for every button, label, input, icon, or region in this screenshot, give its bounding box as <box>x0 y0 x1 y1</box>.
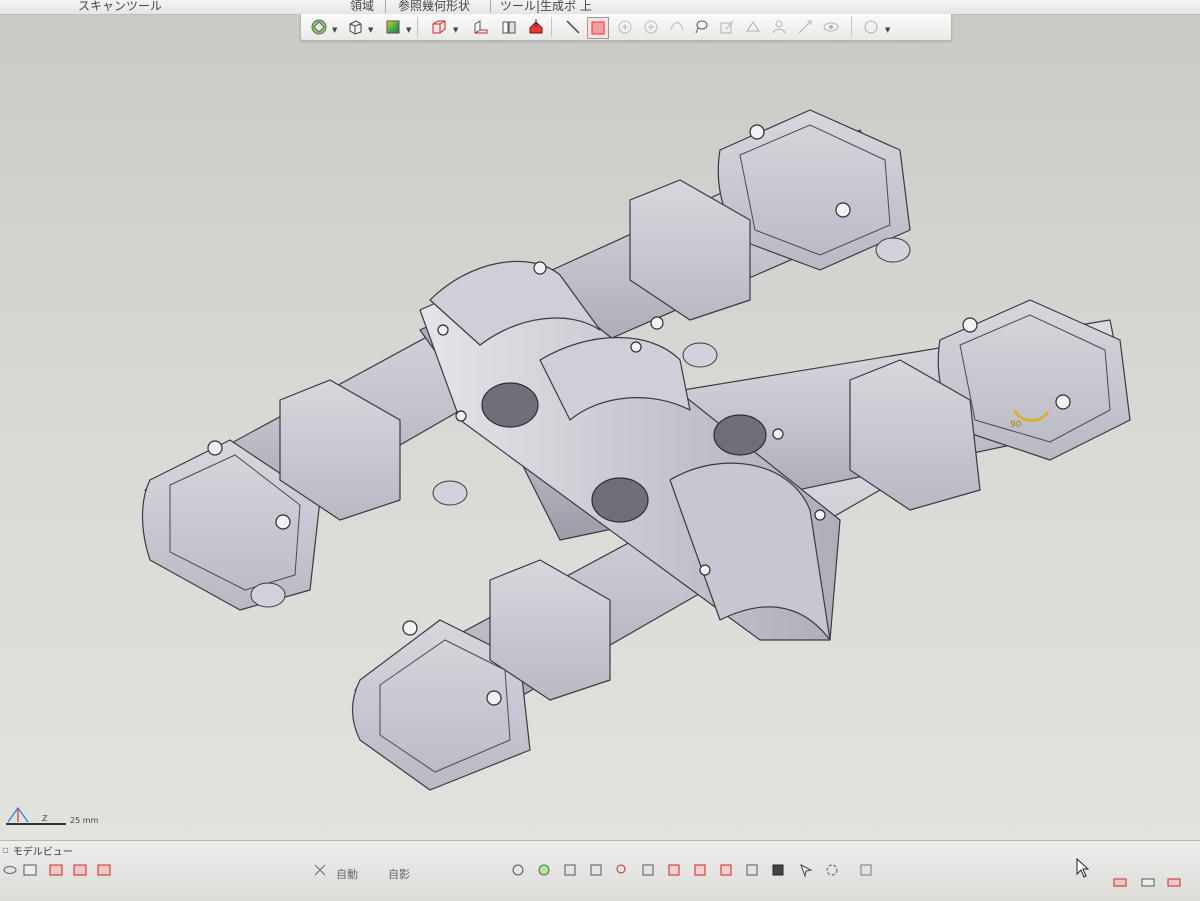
section-right-icon[interactable] <box>499 17 519 37</box>
window-close-icon[interactable] <box>1164 872 1184 892</box>
eye-icon[interactable] <box>821 17 841 37</box>
model-view-label: モデルビュー <box>12 846 73 858</box>
visibility-icon[interactable] <box>861 17 881 37</box>
axis-triad: Z <box>4 802 74 828</box>
add-point-2-icon[interactable] <box>641 17 661 37</box>
box-view-icon[interactable] <box>345 17 365 37</box>
view-top-icon[interactable] <box>560 860 580 880</box>
toolbar-separator <box>417 17 418 37</box>
engine-cover-model[interactable]: 90 <box>0 40 1200 840</box>
scene-icon[interactable] <box>46 860 66 880</box>
wireframe-cube-icon[interactable] <box>429 17 449 37</box>
eye-icon[interactable] <box>0 860 20 880</box>
mouse-cursor-icon <box>1076 857 1090 882</box>
menu-tools-partial[interactable]: ツール|生成ボ 上 <box>500 0 592 14</box>
scale-bar-label: 25 mm <box>70 816 99 825</box>
select-rect-icon[interactable] <box>587 17 609 39</box>
curve-tool-icon[interactable] <box>667 17 687 37</box>
add-point-icon[interactable] <box>615 17 635 37</box>
lasso-tool-icon[interactable] <box>691 17 711 37</box>
view-left-icon[interactable] <box>664 860 684 880</box>
view-iso-4-icon[interactable] <box>768 860 788 880</box>
toolbar-separator <box>851 17 852 37</box>
axis-label: Z <box>42 814 48 823</box>
menu-separator <box>490 0 491 13</box>
view-front-icon[interactable] <box>508 860 528 880</box>
auto-label-2[interactable]: 自影 <box>388 866 410 882</box>
menu-bar: スキャンツール 領域 参照幾何形状 ツール|生成ボ 上 <box>0 0 1200 15</box>
model-view-icon: ▫ <box>2 844 9 856</box>
scene-2-icon[interactable] <box>70 860 90 880</box>
window-restore-icon[interactable] <box>1138 872 1158 892</box>
view-right-icon[interactable] <box>586 860 606 880</box>
chevron-down-icon[interactable]: ▼ <box>885 26 890 34</box>
model-view-tab[interactable]: ▫ モデルビュー <box>0 843 73 858</box>
select-tool-icon[interactable] <box>796 860 816 880</box>
view-iso-icon[interactable] <box>534 860 554 880</box>
view-back-icon[interactable] <box>638 860 658 880</box>
chevron-down-icon[interactable]: ▼ <box>332 26 337 34</box>
rotate-tool-icon[interactable] <box>822 860 842 880</box>
angle-annotation: 90 <box>1010 420 1022 430</box>
window-min-icon[interactable] <box>1110 872 1130 892</box>
line-tool-icon[interactable] <box>563 17 583 37</box>
3d-viewport[interactable]: 90 <box>0 40 1200 840</box>
section-left-icon[interactable] <box>471 17 491 37</box>
edit-tool-icon[interactable] <box>717 17 737 37</box>
layer-icon[interactable] <box>856 860 876 880</box>
display-style-icon[interactable] <box>309 17 329 37</box>
menu-region[interactable]: 領域 <box>350 0 374 14</box>
menu-reference-geometry[interactable]: 参照幾何形状 <box>398 0 470 14</box>
fit-view-icon[interactable] <box>310 860 330 880</box>
toolbar-separator <box>551 17 552 37</box>
measure-tool-icon[interactable] <box>743 17 763 37</box>
view-zoom-icon[interactable] <box>612 860 632 880</box>
view-iso-2-icon[interactable] <box>716 860 736 880</box>
menu-scan-tools[interactable]: スキャンツール <box>78 0 162 14</box>
section-plane-icon[interactable] <box>526 17 546 37</box>
transform-tool-icon[interactable] <box>795 17 815 37</box>
person-tool-icon[interactable] <box>769 17 789 37</box>
view-iso-3-icon[interactable] <box>742 860 762 880</box>
chevron-down-icon[interactable]: ▼ <box>406 26 411 34</box>
view-toolbar: ▼ ▼ ▼ ▼ ▼ <box>300 14 952 41</box>
display-icon[interactable] <box>20 860 40 880</box>
chevron-down-icon[interactable]: ▼ <box>368 26 373 34</box>
view-bottom-icon[interactable] <box>690 860 710 880</box>
chevron-down-icon[interactable]: ▼ <box>453 26 458 34</box>
scene-3-icon[interactable] <box>94 860 114 880</box>
auto-label-1[interactable]: 自動 <box>336 866 358 882</box>
color-map-icon[interactable] <box>383 17 403 37</box>
menu-separator <box>385 0 386 13</box>
